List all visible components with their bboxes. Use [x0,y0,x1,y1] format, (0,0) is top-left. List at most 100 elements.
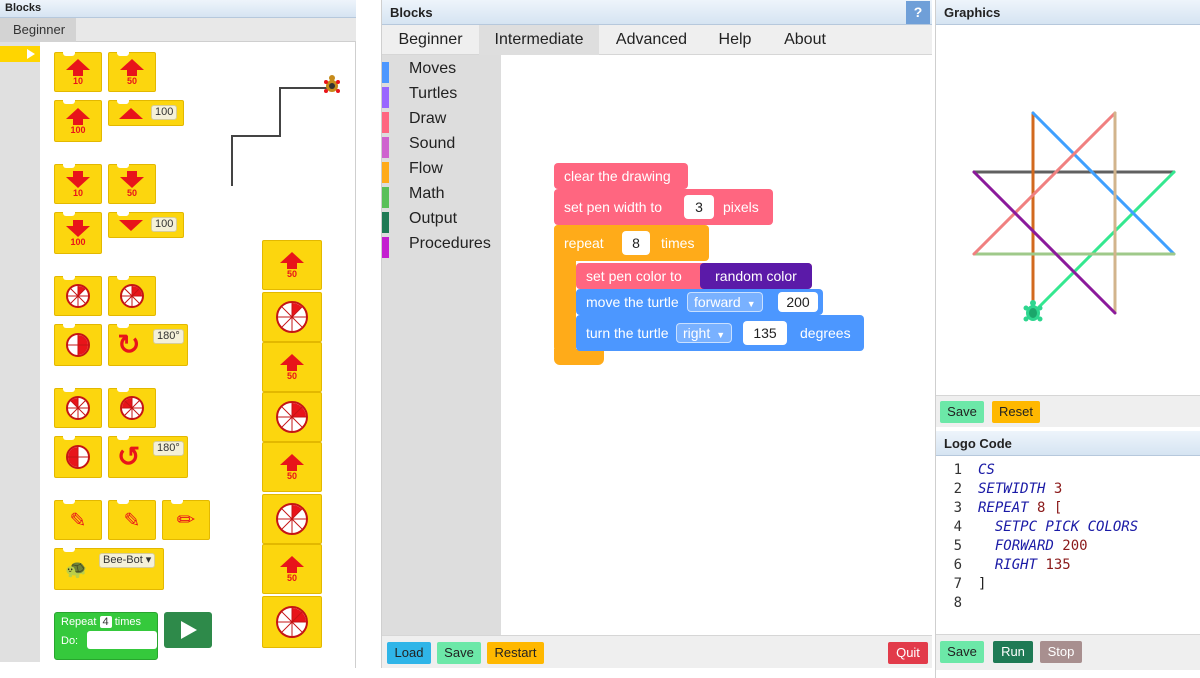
load-button[interactable]: Load [387,642,431,664]
run-button[interactable]: Run [993,641,1033,663]
code-line[interactable]: CS [978,462,995,478]
forward-n-value[interactable]: 100 [151,105,178,120]
mini-repeat-slot[interactable] [87,631,157,649]
category-swatch [382,212,389,233]
column-forward-block[interactable]: 50 [262,240,322,290]
column-turn-block[interactable] [262,494,322,544]
code-line[interactable]: SETWIDTH 3 [978,481,1062,497]
category-sound[interactable]: Sound [382,135,501,158]
back-100-block[interactable]: 100 [54,212,102,254]
code-line[interactable]: FORWARD 200 [978,538,1088,554]
turn-left-n-block[interactable]: ↺ 180° [108,436,188,478]
mini-turtle-icon [324,75,340,93]
pie-angle-icon [120,396,144,420]
forward-10-block[interactable]: 10 [54,52,102,92]
block-text: move the turtle [586,294,679,310]
turn-angle-field[interactable]: 135 [743,321,787,345]
random-color-block[interactable]: random color [700,263,812,289]
turn-right-90-block[interactable] [108,276,156,316]
turn-left-180-block[interactable] [54,436,102,478]
back-50-block[interactable]: 50 [108,164,156,204]
forward-n-block[interactable]: 100 [108,100,184,126]
move-turtle-block[interactable]: move the turtle forward ▼ 200 [576,289,823,315]
star-segment [1031,111,1176,256]
clear-drawing-block[interactable]: clear the drawing [554,163,688,189]
block-label: 10 [72,75,83,86]
column-turn-block[interactable] [262,596,322,648]
column-forward-block[interactable]: 50 [262,442,322,492]
reset-button[interactable]: Reset [992,401,1040,423]
left-play-marker[interactable] [0,46,40,62]
save-graphics-button[interactable]: Save [940,401,984,423]
column-forward-block[interactable]: 50 [262,342,322,392]
column-forward-block[interactable]: 50 [262,544,322,594]
graphics-canvas[interactable] [936,25,1200,395]
tab-intermediate[interactable]: Intermediate [479,25,599,55]
blocks-workspace[interactable]: clear the drawing set pen width to 3 pix… [501,55,932,635]
pie-angle-icon [66,333,90,357]
forward-100-block[interactable]: 100 [54,100,102,142]
category-procedures[interactable]: Procedures [382,235,501,258]
tab-help[interactable]: Help [704,25,766,55]
line-number: 1 [953,462,962,478]
category-output[interactable]: Output [382,210,501,233]
save-blocks-button[interactable]: Save [437,642,481,664]
turn-direction-dropdown[interactable]: right ▼ [676,323,732,343]
repeat-block[interactable]: repeat 8 times [554,225,709,261]
category-moves[interactable]: Moves [382,60,501,83]
back-n-value[interactable]: 100 [151,217,178,232]
help-button[interactable]: ? [906,1,930,24]
code-line[interactable]: SETPC PICK COLORS [978,519,1138,535]
forward-50-block[interactable]: 50 [108,52,156,92]
category-flow[interactable]: Flow [382,160,501,183]
quit-button[interactable]: Quit [888,642,928,664]
mini-play-button[interactable] [164,612,212,648]
line-number: 5 [953,538,962,554]
block-text: set pen color to [586,268,682,284]
graphics-toolbar: Save Reset [936,395,1200,427]
category-draw[interactable]: Draw [382,110,501,133]
category-math[interactable]: Math [382,185,501,208]
back-n-block[interactable]: 100 [108,212,184,238]
turn-right-angle-value[interactable]: 180° [153,329,184,344]
pen-color-block[interactable]: ✏ [162,500,210,540]
turn-right-45-block[interactable] [54,276,102,316]
turn-right-180-block[interactable] [54,324,102,366]
set-pen-width-block[interactable]: set pen width to 3 pixels [554,189,773,225]
turn-left-90-block[interactable] [108,388,156,428]
graphics-title: Graphics [936,0,1200,25]
mini-repeat-block[interactable]: Repeat 4 times Do: [54,612,158,660]
back-10-block[interactable]: 10 [54,164,102,204]
turn-left-45-block[interactable] [54,388,102,428]
move-direction-dropdown[interactable]: forward ▼ [687,292,763,312]
line-number: 8 [953,595,962,611]
code-line[interactable]: REPEAT 8 [ [978,500,1062,516]
pen-up-block[interactable]: ✎ [54,500,102,540]
block-text: set pen width to [564,199,663,215]
category-turtles[interactable]: Turtles [382,85,501,108]
restart-button[interactable]: Restart [487,642,544,664]
move-distance-field[interactable]: 200 [778,292,818,312]
stop-button[interactable]: Stop [1040,641,1082,663]
column-turn-block[interactable] [262,392,322,442]
tab-advanced[interactable]: Advanced [599,25,704,55]
pen-down-block[interactable]: ✎ [108,500,156,540]
column-turn-block[interactable] [262,292,322,342]
tab-about[interactable]: About [766,25,844,55]
pen-width-field[interactable]: 3 [684,195,714,219]
code-line[interactable]: RIGHT 135 [978,557,1071,573]
code-line[interactable]: ] [978,576,986,592]
turn-left-angle-value[interactable]: 180° [153,441,184,456]
turtle-select-dropdown[interactable]: Bee-Bot ▾ [99,553,156,568]
tab-beginner-mini[interactable]: Beginner [0,18,76,42]
arrow-up-icon [66,58,90,70]
logo-code-editor[interactable]: 1 CS 2 SETWIDTH 3 3 REPEAT 8 [ 4 SETPC P… [936,456,1200,634]
set-pen-color-block[interactable]: set pen color to random color [576,263,812,289]
turtle-select-block[interactable]: 🐢 Bee-Bot ▾ [54,548,164,590]
turn-turtle-block[interactable]: turn the turtle right ▼ 135 degrees [576,315,864,351]
repeat-count-field[interactable]: 8 [622,231,650,255]
mini-repeat-count[interactable]: 4 [99,616,112,628]
save-code-button[interactable]: Save [940,641,984,663]
tab-beginner[interactable]: Beginner [382,25,479,55]
turn-right-n-block[interactable]: ↻ 180° [108,324,188,366]
